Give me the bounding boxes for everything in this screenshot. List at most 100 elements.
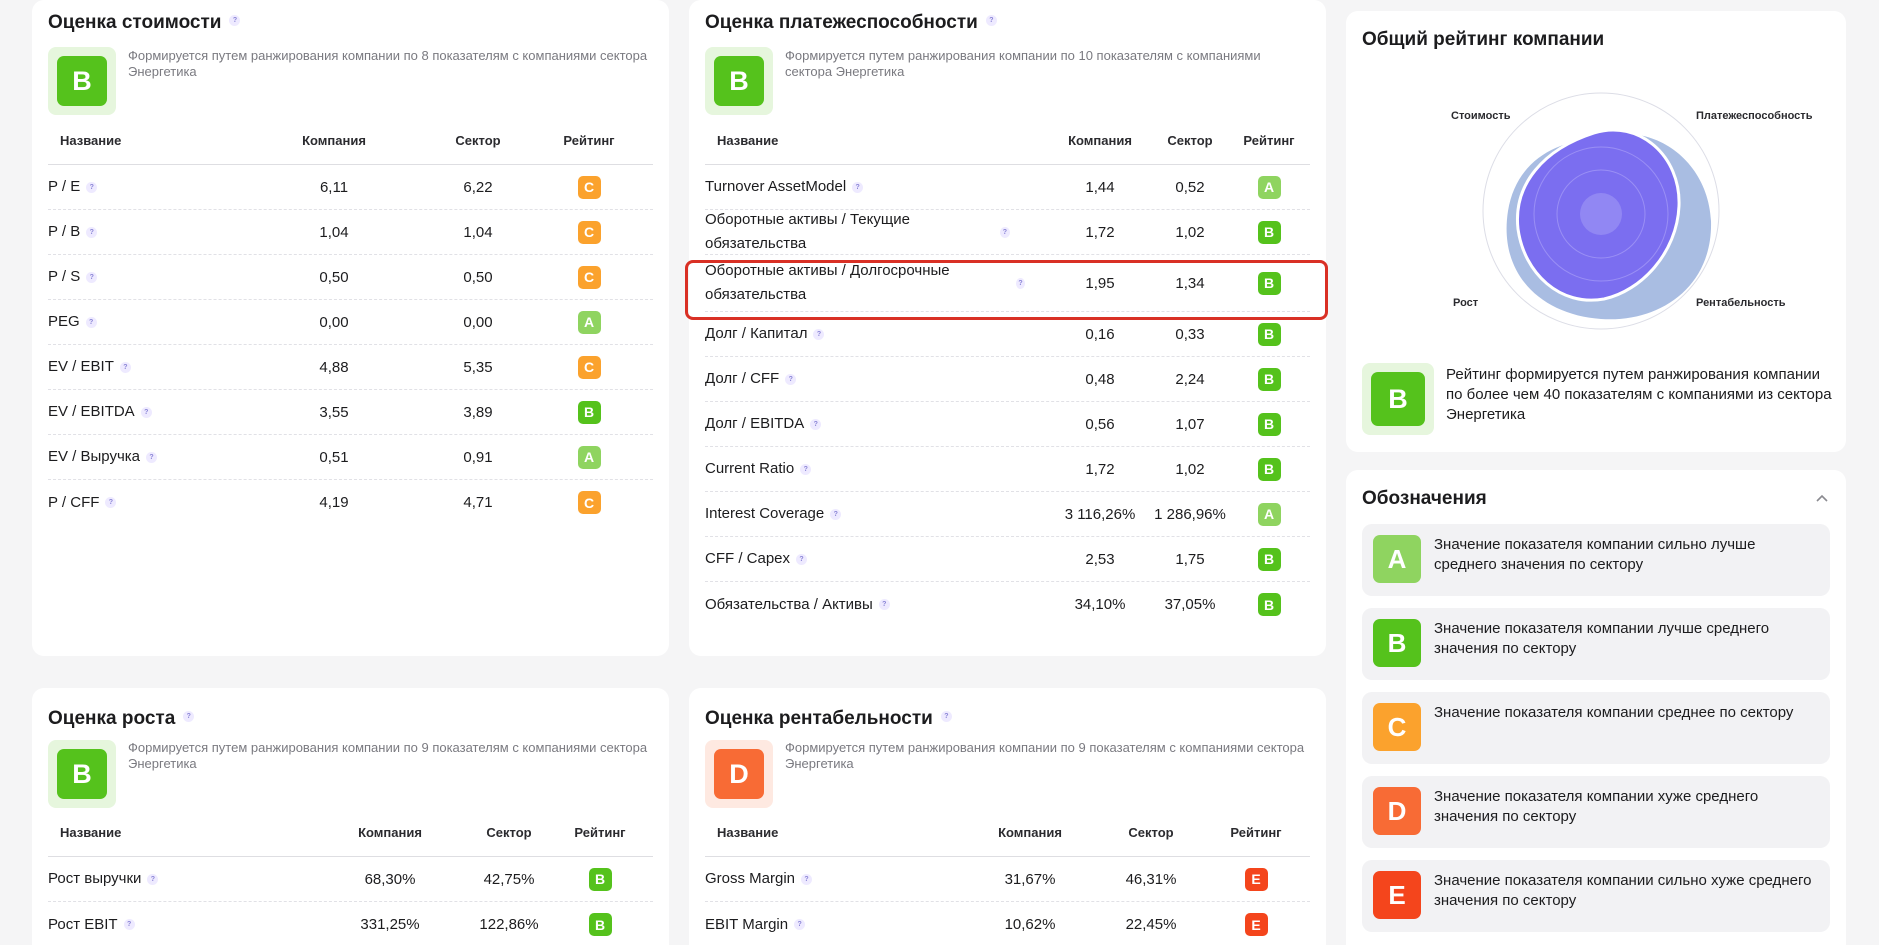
rating-badge: A — [1257, 502, 1281, 526]
help-icon[interactable]: ? — [105, 497, 117, 508]
metric-label: CFF / Capex — [705, 550, 791, 567]
rating-badge: A — [1257, 175, 1281, 199]
rating-badge: B — [1257, 322, 1281, 346]
metric-name: EV / EBITDA? — [48, 390, 244, 434]
table-row: P / B? 1,04 1,04 C — [48, 210, 653, 255]
radar-label-solvency: Платежеспособность — [1696, 110, 1813, 122]
help-icon[interactable]: ? — [800, 463, 812, 475]
solvency-description: Формируется путем ранжирования компании … — [785, 48, 1261, 79]
metric-label: EV / Выручка — [48, 448, 141, 465]
metric-name: PEG? — [48, 300, 244, 344]
help-icon[interactable]: ? — [146, 451, 158, 463]
profitability-title: Оценка рентабельности? — [705, 708, 952, 730]
table-row: Рост выручки? 68,30% 42,75% B — [48, 857, 653, 902]
help-icon[interactable]: ? — [183, 711, 195, 723]
chevron-up-icon[interactable] — [1814, 490, 1830, 506]
metric-name: Gross Margin? — [705, 857, 940, 901]
growth-description: Формируется путем ранжирования компании … — [128, 740, 648, 771]
profitability-grade-badge: D — [705, 740, 773, 808]
help-icon[interactable]: ? — [1016, 277, 1025, 289]
radar-chart — [1482, 92, 1720, 330]
metric-label: EV / EBIT — [48, 358, 114, 375]
table-row: EV / EBITDA? 3,55 3,89 B — [48, 390, 653, 435]
overall-title: Общий рейтинг компании — [1362, 29, 1605, 50]
metric-name: Оборотные активы / Текущие обязательства… — [705, 210, 1010, 254]
rating-cell: C — [529, 210, 649, 254]
table-row: Interest Coverage? 3 116,26% 1 286,96% A — [705, 492, 1310, 537]
help-icon[interactable]: ? — [147, 873, 159, 885]
metric-label: P / E — [48, 178, 81, 195]
sector-value: 0,50 — [463, 268, 493, 286]
sector-value: 6,22 — [463, 178, 493, 196]
rating-badge: B — [577, 400, 601, 424]
help-icon[interactable]: ? — [123, 919, 135, 930]
help-icon[interactable]: ? — [229, 15, 241, 27]
company-value: 0,51 — [319, 448, 349, 466]
table-row: P / S? 0,50 0,50 C — [48, 255, 653, 300]
company-value: 6,11 — [319, 178, 349, 196]
help-icon[interactable]: ? — [810, 418, 822, 430]
help-icon[interactable]: ? — [785, 373, 797, 385]
table-header: Название Компания Сектор Рейтинг — [705, 809, 1310, 857]
metric-label: Interest Coverage — [705, 505, 825, 522]
valuation-card: Оценка стоимости? B Формируется путем ра… — [32, 0, 669, 656]
help-icon[interactable]: ? — [878, 599, 890, 610]
legend-grade-badge: E — [1373, 871, 1421, 919]
sector-value: 4,71 — [463, 494, 493, 511]
legend-item-a: A Значение показателя компании сильно луч… — [1362, 524, 1830, 596]
metric-name: Долг / Капитал? — [705, 312, 1010, 356]
help-icon[interactable]: ? — [86, 271, 98, 283]
rating-badge: E — [1244, 867, 1268, 891]
metric-label: Turnover AssetModel — [705, 178, 847, 195]
help-icon[interactable]: ? — [999, 226, 1010, 238]
legend-text: Значение показателя компании сильно хуже… — [1434, 872, 1812, 909]
metric-label: EV / EBITDA — [48, 403, 135, 420]
help-icon[interactable]: ? — [119, 361, 131, 373]
table-row: CFF / Capex? 2,53 1,75 B — [705, 537, 1310, 582]
metric-label: Оборотные активы / Долгосрочные обязател… — [705, 262, 950, 303]
help-icon[interactable]: ? — [801, 873, 813, 885]
legend-text: Значение показателя компании сильно лучш… — [1434, 536, 1756, 573]
help-icon[interactable]: ? — [794, 919, 806, 930]
radar-ring-1 — [1580, 193, 1622, 235]
company-value: 31,67% — [1004, 870, 1056, 888]
overall-grade-badge: B — [1362, 363, 1434, 435]
metric-label: Рост EBIT — [48, 915, 118, 933]
table-row: Оборотные активы / Долгосрочные обязател… — [705, 255, 1310, 312]
help-icon[interactable]: ? — [85, 316, 97, 328]
table-row: P / CFF? 4,19 4,71 C — [48, 480, 653, 525]
metric-label: Долг / EBITDA — [705, 415, 805, 432]
rating-cell: B — [540, 857, 660, 901]
legend-grade-badge: C — [1373, 703, 1421, 751]
table-header: Название Компания Сектор Рейтинг — [705, 117, 1310, 165]
help-icon[interactable]: ? — [140, 406, 152, 418]
table-row: EV / EBIT? 4,88 5,35 C — [48, 345, 653, 390]
table-row: Долг / CFF? 0,48 2,24 B — [705, 357, 1310, 402]
metric-name: Долг / EBITDA? — [705, 402, 1010, 446]
help-icon[interactable]: ? — [830, 508, 842, 520]
legend-grade-badge: A — [1373, 535, 1421, 583]
table-header: Название Компания Сектор Рейтинг — [48, 809, 653, 857]
help-icon[interactable]: ? — [86, 226, 98, 238]
rating-badge: C — [577, 220, 601, 244]
rating-cell: B — [1209, 312, 1326, 356]
help-icon[interactable]: ? — [796, 553, 808, 565]
rating-badge: C — [577, 491, 601, 514]
help-icon[interactable]: ? — [813, 328, 825, 340]
company-value: 0,00 — [319, 313, 349, 331]
rating-cell: C — [529, 480, 649, 525]
help-icon[interactable]: ? — [985, 15, 997, 27]
help-icon[interactable]: ? — [86, 181, 98, 193]
rating-cell: B — [1209, 255, 1326, 311]
metric-name: P / S? — [48, 255, 244, 299]
metric-label: EBIT Margin — [705, 915, 789, 933]
rating-cell: C — [529, 165, 649, 209]
radar-label-profitability: Рентабельность — [1696, 297, 1786, 309]
rating-badge: B — [1257, 367, 1281, 391]
help-icon[interactable]: ? — [940, 711, 952, 723]
legend-grade-badge: B — [1373, 619, 1421, 667]
table-row: EBIT Margin? 10,62% 22,45% E — [705, 902, 1310, 945]
company-value: 0,50 — [319, 268, 349, 286]
help-icon[interactable]: ? — [852, 181, 864, 193]
rating-badge: A — [577, 310, 601, 334]
